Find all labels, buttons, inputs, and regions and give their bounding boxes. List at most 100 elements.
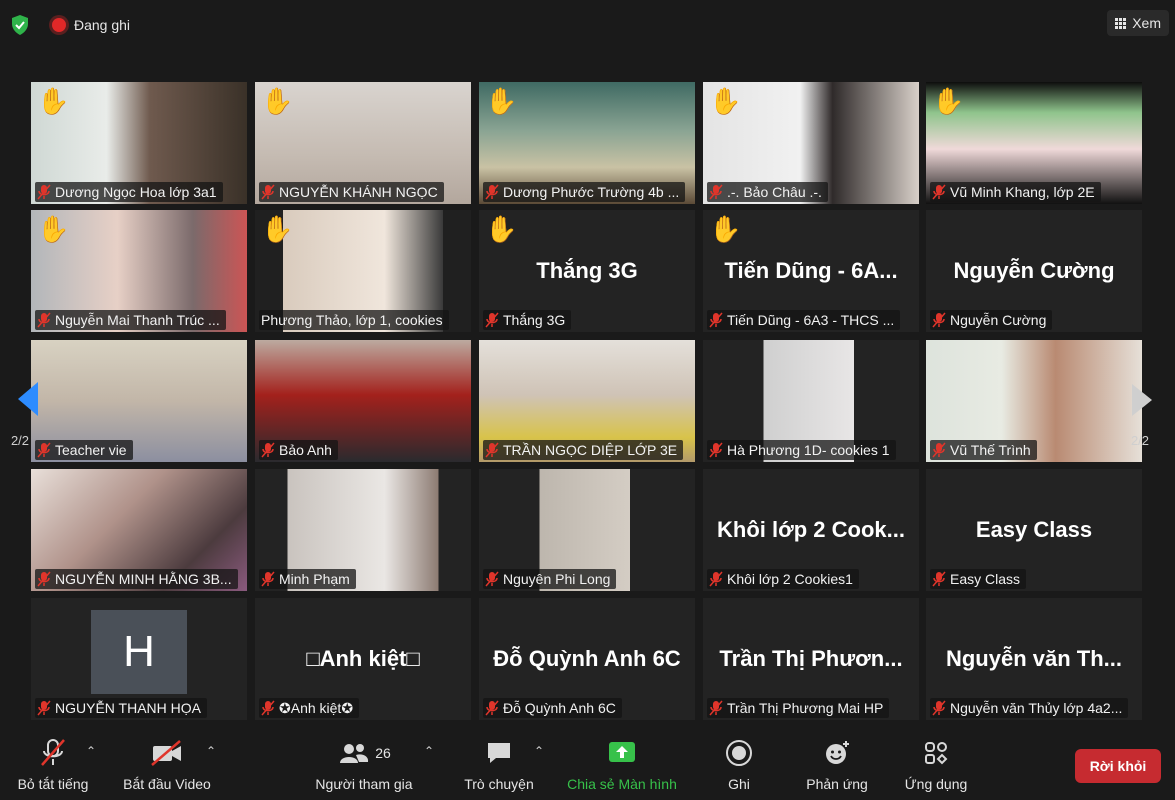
participant-name-bar: Easy Class <box>930 569 1027 589</box>
page-indicator-right: 2/2 <box>1130 433 1150 448</box>
participant-name-bar: .-. Bảo Châu .-. <box>707 182 828 202</box>
video-options-caret-icon[interactable]: ⌃ <box>206 744 216 758</box>
mic-muted-icon <box>485 442 499 458</box>
mic-muted-icon <box>709 184 723 200</box>
participant-name-bar: Minh Phạm <box>259 569 356 589</box>
recording-dot-icon <box>52 18 66 32</box>
participant-display-name: Thắng 3G <box>536 258 638 283</box>
recording-indicator[interactable]: Đang ghi <box>52 17 130 33</box>
raised-hand-icon: ✋ <box>709 214 742 244</box>
mic-muted-icon <box>261 700 275 716</box>
participant-display-name: Trần Thị Phươn... <box>719 646 903 671</box>
participant-tile[interactable]: TRẦN NGỌC DIỆP LỚP 3E <box>479 340 695 462</box>
participant-tile[interactable]: Nguyễn Cường Nguyễn Cường <box>926 210 1142 332</box>
participants-options-caret-icon[interactable]: ⌃ <box>424 744 434 758</box>
chat-button[interactable]: Trò chuyện <box>458 738 540 798</box>
participant-tile[interactable]: NGUYỄN MINH HẰNG 3B... <box>31 469 247 591</box>
participant-tile[interactable]: ✋ Dương Ngọc Hoa lớp 3a1 <box>31 82 247 204</box>
audio-options-caret-icon[interactable]: ⌃ <box>86 744 96 758</box>
participant-name: NGUYỄN THANH HỌA <box>55 700 201 716</box>
participants-button[interactable]: 26 Người tham gia <box>308 738 420 798</box>
participant-tile[interactable]: ✋ Nguyễn Mai Thanh Trúc ... <box>31 210 247 332</box>
unmute-button[interactable]: Bỏ tắt tiếng <box>8 738 98 798</box>
arrow-left-icon <box>18 382 38 416</box>
raised-hand-icon: ✋ <box>261 86 294 116</box>
participant-name-bar: Nguyễn Cường <box>930 310 1053 330</box>
participant-name: Bảo Anh <box>279 442 332 458</box>
participant-name: Teacher vie <box>55 442 127 458</box>
participant-name: Minh Phạm <box>279 571 350 587</box>
page-indicator-left: 2/2 <box>10 433 30 448</box>
participant-name-bar: Bảo Anh <box>259 440 338 460</box>
participant-tile[interactable]: Hà Phương 1D- cookies 1 <box>703 340 919 462</box>
apps-icon <box>921 738 951 768</box>
participant-name: Khôi lớp 2 Cookies1 <box>727 571 853 587</box>
chat-options-caret-icon[interactable]: ⌃ <box>534 744 544 758</box>
participant-name: Nguyễn Cường <box>950 312 1047 328</box>
participant-tile[interactable]: ✋ Dương Phước Trường 4b ... <box>479 82 695 204</box>
participant-name-bar: TRẦN NGỌC DIỆP LỚP 3E <box>483 440 684 460</box>
share-screen-icon <box>607 738 637 768</box>
participant-tile[interactable]: Trần Thị Phươn... Trần Thị Phương Mai HP <box>703 598 919 720</box>
shield-check-icon[interactable] <box>10 14 30 36</box>
participant-name: Dương Phước Trường 4b ... <box>503 184 680 200</box>
participant-tile[interactable]: ✋ NGUYỄN KHÁNH NGỌC <box>255 82 471 204</box>
reactions-button[interactable]: Phản ứng <box>800 738 874 798</box>
participant-name: Easy Class <box>950 571 1021 587</box>
participant-tile[interactable]: Nguyễn văn Th... Nguyễn văn Thủy lớp 4a2.… <box>926 598 1142 720</box>
participant-display-name: Nguyễn Cường <box>953 258 1115 283</box>
mic-muted-icon <box>485 571 499 587</box>
next-page-button[interactable]: 2/2 <box>1120 344 1160 462</box>
mic-muted-icon <box>709 700 723 716</box>
participant-tile[interactable]: ✋ Phương Thảo, lớp 1, cookies <box>255 210 471 332</box>
participant-tile[interactable]: Vũ Thế Trình <box>926 340 1142 462</box>
participant-tile[interactable]: Nguyên Phi Long <box>479 469 695 591</box>
start-video-button[interactable]: Bắt đầu Video <box>118 738 216 798</box>
participant-display-name: Tiến Dũng - 6A... <box>724 258 898 283</box>
raised-hand-icon: ✋ <box>37 86 70 116</box>
mic-muted-icon <box>261 442 275 458</box>
participant-name: Nguyễn văn Thủy lớp 4a2... <box>950 700 1123 716</box>
participant-tile[interactable]: Thắng 3G ✋ Thắng 3G <box>479 210 695 332</box>
raised-hand-icon: ✋ <box>485 86 518 116</box>
participant-name-bar: Tiến Dũng - 6A3 - THCS ... <box>707 310 901 330</box>
participant-name-bar: Hà Phương 1D- cookies 1 <box>707 440 896 460</box>
reactions-label: Phản ứng <box>806 776 868 792</box>
record-button[interactable]: Ghi <box>712 738 766 798</box>
participant-tile[interactable]: Easy Class Easy Class <box>926 469 1142 591</box>
share-screen-button[interactable]: Chia sẻ Màn hình <box>560 738 684 798</box>
participant-name: Vũ Minh Khang, lớp 2E <box>950 184 1095 200</box>
mic-muted-icon <box>37 571 51 587</box>
record-label: Ghi <box>728 776 750 792</box>
mic-muted-icon <box>37 312 51 328</box>
participant-tile[interactable]: Teacher vie <box>31 340 247 462</box>
mic-muted-icon <box>932 312 946 328</box>
share-screen-label: Chia sẻ Màn hình <box>567 776 677 792</box>
participant-tile[interactable]: Tiến Dũng - 6A... ✋ Tiến Dũng - 6A3 - THCS… <box>703 210 919 332</box>
mic-muted-icon <box>261 571 275 587</box>
view-button[interactable]: Xem <box>1107 10 1169 36</box>
apps-button[interactable]: Ứng dụng <box>896 738 976 798</box>
participant-tile[interactable]: Bảo Anh <box>255 340 471 462</box>
participant-tile[interactable]: Khôi lớp 2 Cook... Khôi lớp 2 Cookies1 <box>703 469 919 591</box>
participant-tile[interactable]: H NGUYỄN THANH HỌA <box>31 598 247 720</box>
previous-page-button[interactable]: 2/2 <box>0 344 40 462</box>
participant-tile[interactable]: ✋ .-. Bảo Châu .-. <box>703 82 919 204</box>
participant-tile[interactable]: Đỗ Quỳnh Anh 6C Đỗ Quỳnh Anh 6C <box>479 598 695 720</box>
participant-tile[interactable]: □Anh kiệt□ ✪Anh kiệt✪ <box>255 598 471 720</box>
mic-muted-icon <box>37 184 51 200</box>
participant-name-bar: Phương Thảo, lớp 1, cookies <box>259 310 449 330</box>
participant-tile[interactable]: ✋ Vũ Minh Khang, lớp 2E <box>926 82 1142 204</box>
mic-muted-icon <box>932 571 946 587</box>
mic-muted-icon <box>709 571 723 587</box>
mic-muted-icon <box>485 700 499 716</box>
participant-display-name: Nguyễn văn Th... <box>945 646 1123 671</box>
mic-muted-icon <box>485 184 499 200</box>
participant-name-bar: NGUYỄN KHÁNH NGỌC <box>259 182 444 202</box>
participant-tile[interactable]: Minh Phạm <box>255 469 471 591</box>
participant-name-bar: Vũ Minh Khang, lớp 2E <box>930 182 1101 202</box>
participant-display-name: □Anh kiệt□ <box>306 646 420 671</box>
raised-hand-icon: ✋ <box>261 214 294 244</box>
participants-icon-group: 26 <box>337 738 391 768</box>
leave-meeting-button[interactable]: Rời khỏi <box>1075 749 1161 783</box>
